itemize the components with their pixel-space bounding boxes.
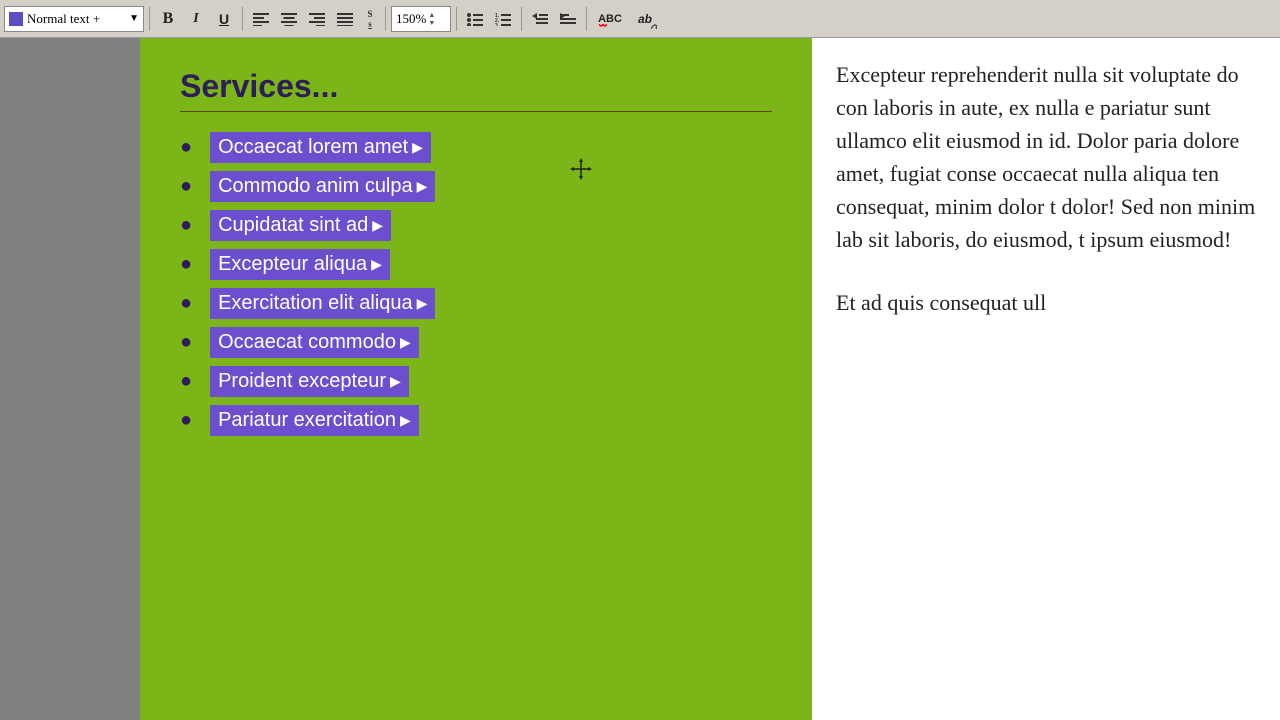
style-dropdown[interactable]: Normal text + ▼ (4, 6, 144, 32)
indent-icon (560, 12, 576, 26)
service-link-text-1: Occaecat lorem amet (218, 136, 408, 159)
autocorrect-label: ab (638, 12, 652, 26)
zoom-value: 150% (396, 11, 426, 27)
service-link-text-2: Commodo anim culpa (218, 175, 413, 198)
indent-button[interactable] (555, 6, 581, 32)
zoom-down-icon[interactable]: ▼ (428, 19, 435, 27)
align-left-icon (253, 12, 269, 26)
service-link-text-4: Excepteur aliqua (218, 253, 367, 276)
bullet-icon: ● (180, 175, 192, 198)
service-link-text-6: Occaecat commodo (218, 331, 396, 354)
service-arrow-1: ▶ (412, 139, 423, 156)
service-link-text-8: Pariatur exercitation (218, 409, 396, 432)
separator-1 (149, 7, 150, 31)
list-item: ● Proident excepteur ▶ (180, 366, 772, 397)
bullet-icon: ● (180, 292, 192, 315)
super-sub-button[interactable]: S s (360, 6, 380, 32)
separator-4 (456, 7, 457, 31)
right-text-1: Excepteur reprehenderit nulla sit volupt… (836, 58, 1256, 256)
zoom-control[interactable]: 150% ▲ ▼ (391, 6, 451, 32)
service-link-2[interactable]: Commodo anim culpa ▶ (210, 171, 435, 202)
right-paragraph-1: Excepteur reprehenderit nulla sit volupt… (836, 58, 1256, 256)
zoom-up-icon[interactable]: ▲ (428, 11, 435, 19)
separator-3 (385, 7, 386, 31)
right-text-panel: Excepteur reprehenderit nulla sit volupt… (812, 38, 1280, 720)
dropdown-arrow-icon: ▼ (129, 13, 139, 24)
superscript-label: S (367, 9, 372, 19)
bullet-icon: ● (180, 409, 192, 432)
right-text-2: Et ad quis consequat ull (836, 286, 1256, 319)
green-panel: Services... ● Occaecat lorem amet ▶ ● Co… (140, 38, 812, 720)
autocorrect-button[interactable]: ab (630, 6, 660, 32)
subscript-label: s (368, 19, 372, 29)
list-ordered-icon: 1. 2. 3. (495, 12, 511, 26)
services-list: ● Occaecat lorem amet ▶ ● Commodo anim c… (180, 132, 772, 436)
list-item: ● Pariatur exercitation ▶ (180, 405, 772, 436)
list-unordered-icon (467, 12, 483, 26)
service-link-6[interactable]: Occaecat commodo ▶ (210, 327, 419, 358)
align-center-icon (281, 12, 297, 26)
bullet-icon: ● (180, 370, 192, 393)
service-arrow-4: ▶ (371, 256, 382, 273)
service-link-text-5: Exercitation elit aliqua (218, 292, 413, 315)
service-link-8[interactable]: Pariatur exercitation ▶ (210, 405, 419, 436)
italic-button[interactable]: I (183, 6, 209, 32)
services-title: Services... (180, 68, 772, 112)
underline-button[interactable]: U (211, 6, 237, 32)
svg-text:3.: 3. (495, 23, 500, 26)
align-right-icon (309, 12, 325, 26)
align-center-button[interactable] (276, 6, 302, 32)
separator-5 (521, 7, 522, 31)
bullet-icon: ● (180, 214, 192, 237)
service-arrow-5: ▶ (417, 295, 428, 312)
bullet-icon: ● (180, 253, 192, 276)
service-arrow-7: ▶ (390, 373, 401, 390)
separator-2 (242, 7, 243, 31)
service-arrow-2: ▶ (417, 178, 428, 195)
service-arrow-8: ▶ (400, 412, 411, 429)
service-arrow-6: ▶ (400, 334, 411, 351)
bullet-icon: ● (180, 331, 192, 354)
spellcheck-button[interactable]: ABC (592, 6, 628, 32)
list-item: ● Occaecat commodo ▶ (180, 327, 772, 358)
align-justify-button[interactable] (332, 6, 358, 32)
service-link-1[interactable]: Occaecat lorem amet ▶ (210, 132, 431, 163)
separator-6 (586, 7, 587, 31)
list-ordered-button[interactable]: 1. 2. 3. (490, 6, 516, 32)
right-paragraph-2: Et ad quis consequat ull (836, 286, 1256, 319)
service-link-text-7: Proident excepteur (218, 370, 386, 393)
style-label: Normal text + (27, 11, 100, 27)
autocorrect-arrow-icon (651, 23, 657, 29)
align-right-button[interactable] (304, 6, 330, 32)
left-margin (0, 38, 140, 720)
list-unordered-button[interactable] (462, 6, 488, 32)
service-link-4[interactable]: Excepteur aliqua ▶ (210, 249, 390, 280)
align-justify-icon (337, 12, 353, 26)
list-item: ● Commodo anim culpa ▶ (180, 171, 772, 202)
toolbar: Normal text + ▼ B I U (0, 0, 1280, 38)
outdent-icon (532, 12, 548, 26)
bullet-icon: ● (180, 136, 192, 159)
bold-button[interactable]: B (155, 6, 181, 32)
outdent-button[interactable] (527, 6, 553, 32)
list-item: ● Cupidatat sint ad ▶ (180, 210, 772, 241)
zoom-arrows[interactable]: ▲ ▼ (428, 11, 435, 27)
style-icon (9, 12, 23, 26)
spellcheck-underline-icon (599, 24, 607, 28)
list-item: ● Exercitation elit aliqua ▶ (180, 288, 772, 319)
service-link-3[interactable]: Cupidatat sint ad ▶ (210, 210, 391, 241)
list-item: ● Occaecat lorem amet ▶ (180, 132, 772, 163)
list-item: ● Excepteur aliqua ▶ (180, 249, 772, 280)
align-left-button[interactable] (248, 6, 274, 32)
service-link-5[interactable]: Exercitation elit aliqua ▶ (210, 288, 435, 319)
content-area: Services... ● Occaecat lorem amet ▶ ● Co… (0, 38, 1280, 720)
service-link-text-3: Cupidatat sint ad (218, 214, 368, 237)
service-link-7[interactable]: Proident excepteur ▶ (210, 366, 409, 397)
service-arrow-3: ▶ (372, 217, 383, 234)
